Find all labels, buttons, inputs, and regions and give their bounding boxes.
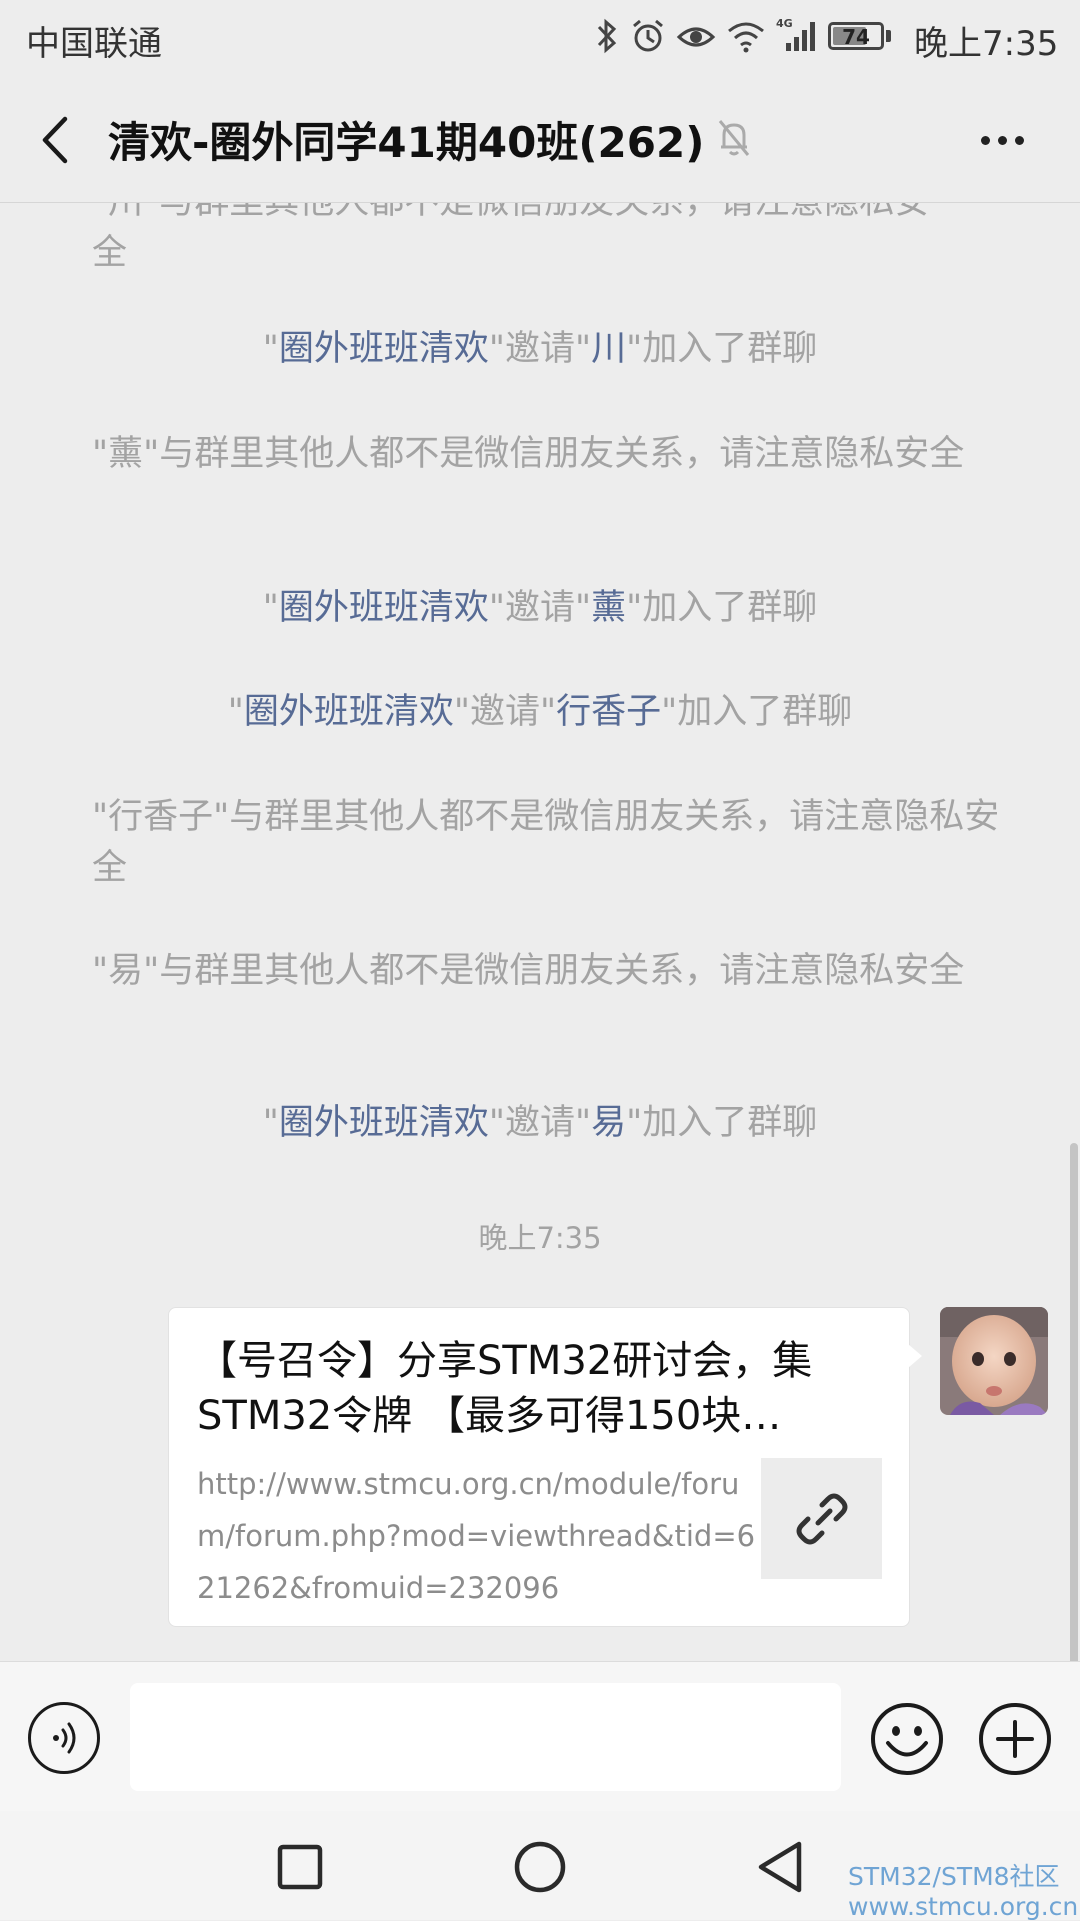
circle-icon (514, 1841, 566, 1893)
battery-level: 74 (842, 25, 870, 49)
back-button[interactable] (30, 105, 80, 175)
invite-text: "加入了群聊 (626, 329, 818, 369)
invite-text: "邀请" (488, 588, 592, 628)
invitee-link[interactable]: 川 (591, 329, 626, 369)
inviter-link[interactable]: 圈外班班清欢 (244, 692, 454, 732)
invitee-link[interactable]: 薰 (591, 588, 626, 628)
triangle-back-icon (758, 1841, 802, 1893)
plus-icon (979, 1703, 1051, 1775)
battery-tip (886, 30, 891, 42)
alarm-icon (633, 19, 663, 52)
system-notice: "行香子"与群里其他人都不是微信朋友关系，请注意隐私安全 (92, 797, 1000, 888)
invite-text: "邀请" (488, 329, 592, 369)
emoji-button[interactable] (870, 1702, 944, 1776)
invite-text: "加入了群聊 (661, 692, 853, 732)
avatar[interactable] (940, 1307, 1048, 1415)
notice-line: "川"与群里其他人都不是微信朋友关系，请注意隐私安 (92, 203, 1002, 228)
invitee-link[interactable]: 易 (591, 1103, 626, 1143)
notice-line: 全 (92, 233, 128, 273)
svg-text:4G: 4G (776, 17, 793, 30)
system-notice: "易"与群里其他人都不是微信朋友关系，请注意隐私安全 (92, 951, 965, 991)
wifi-icon (728, 22, 764, 53)
inviter-link[interactable]: 圈外班班清欢 (279, 588, 489, 628)
watermark-line: STM32/STM8社区 (848, 1862, 1060, 1891)
signal-icon: 4G (776, 17, 815, 51)
invite-text: "邀请" (453, 692, 557, 732)
back-arrow-icon (42, 116, 68, 164)
back-nav-button[interactable] (752, 1839, 808, 1895)
more-actions-button[interactable] (978, 1702, 1052, 1776)
watermark-line: www.stmcu.org.cn (848, 1892, 1079, 1921)
quote: " (262, 329, 279, 369)
invitee-link[interactable]: 行香子 (556, 692, 661, 732)
carrier-name: 中国联通 (26, 24, 162, 64)
chat-header: 清欢-圈外同学41期40班(262) (0, 75, 1080, 203)
home-button[interactable] (512, 1839, 568, 1895)
invite-notice: "圈外班班清欢"邀请"易"加入了群聊 (0, 1098, 1080, 1149)
link-icon (796, 1493, 847, 1544)
battery-indicator: 74 (828, 22, 884, 50)
invite-text: "邀请" (488, 1103, 592, 1143)
voice-icon (53, 1722, 76, 1754)
invite-notice: "圈外班班清欢"邀请"行香子"加入了群聊 (0, 687, 1080, 738)
bubble-tail (908, 1344, 922, 1368)
quote: " (262, 588, 279, 628)
quote: " (227, 692, 244, 732)
more-dots-icon (997, 135, 1007, 145)
voice-button[interactable] (28, 1702, 100, 1774)
emoji-icon (871, 1703, 943, 1775)
mute-bell-icon (718, 120, 750, 156)
link-card-message[interactable]: 【号召令】分享STM32研讨会，集STM32令牌 【最多可得150块… http… (168, 1307, 910, 1627)
link-card-thumbnail (761, 1458, 882, 1579)
eye-comfort-icon (676, 27, 716, 47)
chat-title: 清欢-圈外同学41期40班(262) (108, 118, 705, 167)
invite-notice: "圈外班班清欢"邀请"川"加入了群聊 (0, 324, 1080, 375)
message-input[interactable] (130, 1683, 841, 1791)
mute-indicator (716, 117, 752, 163)
message-timestamp: 晚上7:35 (478, 1221, 602, 1255)
recents-button[interactable] (272, 1839, 328, 1895)
baby-avatar-image (940, 1307, 1048, 1415)
system-notice: "薰"与群里其他人都不是微信朋友关系，请注意隐私安全 (92, 434, 965, 474)
bluetooth-icon (597, 18, 617, 54)
more-dots-icon (1014, 135, 1024, 145)
inviter-link[interactable]: 圈外班班清欢 (279, 1103, 489, 1143)
link-card-url: http://www.stmcu.org.cn/module/forum/for… (197, 1467, 756, 1605)
invite-text: "加入了群聊 (626, 1103, 818, 1143)
status-bar: 中国联通 4G 74 晚上7:35 (0, 0, 1080, 75)
more-dots-icon (980, 135, 990, 145)
inviter-link[interactable]: 圈外班班清欢 (279, 329, 489, 369)
quote: " (262, 1103, 279, 1143)
status-icons: 4G 74 (594, 14, 891, 58)
system-notice-partial: "川"与群里其他人都不是微信朋友关系，请注意隐私安 全 (92, 203, 1002, 279)
square-icon (277, 1844, 323, 1890)
link-card-title: 【号召令】分享STM32研讨会，集STM32令牌 【最多可得150块… (197, 1338, 813, 1439)
invite-text: "加入了群聊 (626, 588, 818, 628)
input-bar (0, 1661, 1080, 1812)
watermark: STM32/STM8社区 www.stmcu.org.cn (848, 1863, 1079, 1921)
status-time: 晚上7:35 (914, 24, 1059, 64)
invite-notice: "圈外班班清欢"邀请"薰"加入了群聊 (0, 583, 1080, 634)
scrollbar[interactable] (1070, 1143, 1078, 1661)
more-button[interactable] (970, 115, 1034, 165)
